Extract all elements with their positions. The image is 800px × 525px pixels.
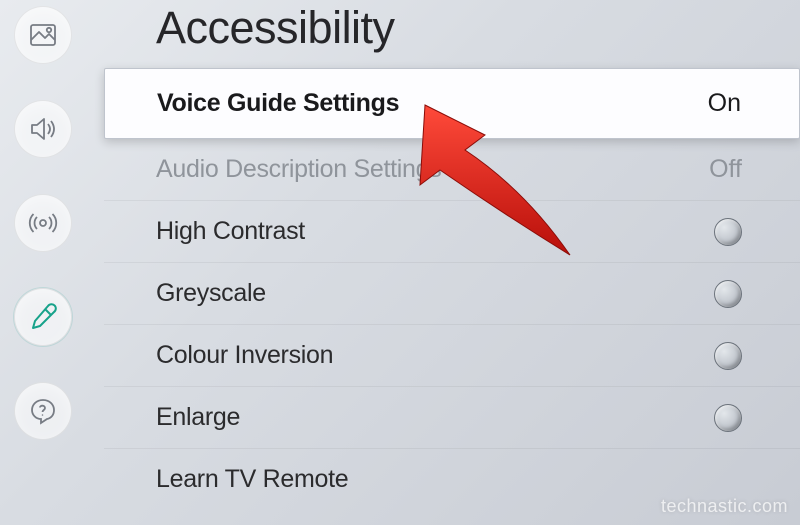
sidebar-item-sound[interactable] [14,100,72,158]
row-label: Audio Description Settings [156,155,441,184]
row-label: Learn TV Remote [156,465,348,494]
row-label: High Contrast [156,217,305,246]
row-label: Enlarge [156,403,240,432]
sound-icon [28,114,58,144]
row-value: On [708,89,741,118]
row-high-contrast[interactable]: High Contrast [104,201,800,263]
settings-list: Voice Guide Settings On Audio Descriptio… [104,68,800,510]
sidebar-item-general[interactable] [14,288,72,346]
row-label: Greyscale [156,279,266,308]
sidebar-item-broadcast[interactable] [14,194,72,252]
page-title: Accessibility [156,0,800,54]
row-audio-description-settings[interactable]: Audio Description Settings Off [104,139,800,201]
row-colour-inversion[interactable]: Colour Inversion [104,325,800,387]
row-greyscale[interactable]: Greyscale [104,263,800,325]
settings-sidebar [0,0,86,525]
toggle-off-icon[interactable] [714,404,742,432]
toggle-off-icon[interactable] [714,342,742,370]
row-value: Off [709,155,742,184]
row-voice-guide-settings[interactable]: Voice Guide Settings On [104,68,800,139]
picture-icon [28,20,58,50]
general-icon [28,302,58,332]
row-label: Voice Guide Settings [157,89,399,118]
row-label: Colour Inversion [156,341,333,370]
row-learn-tv-remote[interactable]: Learn TV Remote [104,449,800,510]
sidebar-item-picture[interactable] [14,6,72,64]
sidebar-item-support[interactable] [14,382,72,440]
content-area: Accessibility Voice Guide Settings On Au… [104,0,800,525]
support-icon [28,396,58,426]
row-enlarge[interactable]: Enlarge [104,387,800,449]
toggle-off-icon[interactable] [714,280,742,308]
broadcast-icon [28,208,58,238]
toggle-off-icon[interactable] [714,218,742,246]
